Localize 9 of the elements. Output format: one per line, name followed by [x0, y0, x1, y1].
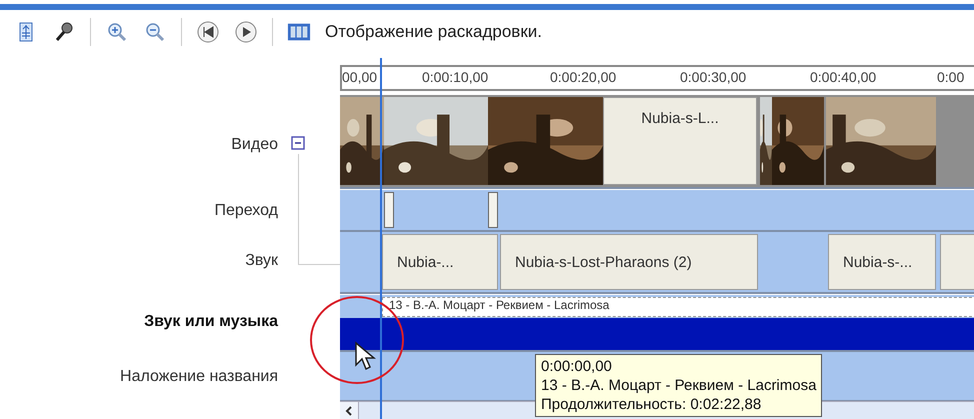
time-tick: 0:00:40,00: [810, 69, 876, 85]
time-tick: 0:00:10,00: [422, 69, 488, 85]
time-tick: 00,00: [342, 69, 378, 85]
time-tick: 0:00: [937, 69, 964, 85]
time-tick: 0:00:30,00: [680, 69, 746, 85]
tooltip-line: 13 - В.-А. Моцарт - Реквием - Lacrimosa: [541, 376, 816, 395]
tooltip-line: Продолжительность: 0:02:22,88: [541, 395, 762, 414]
time-tick: 0:00:20,00: [550, 69, 616, 85]
tooltip-line: 0:00:00,00: [541, 357, 613, 376]
